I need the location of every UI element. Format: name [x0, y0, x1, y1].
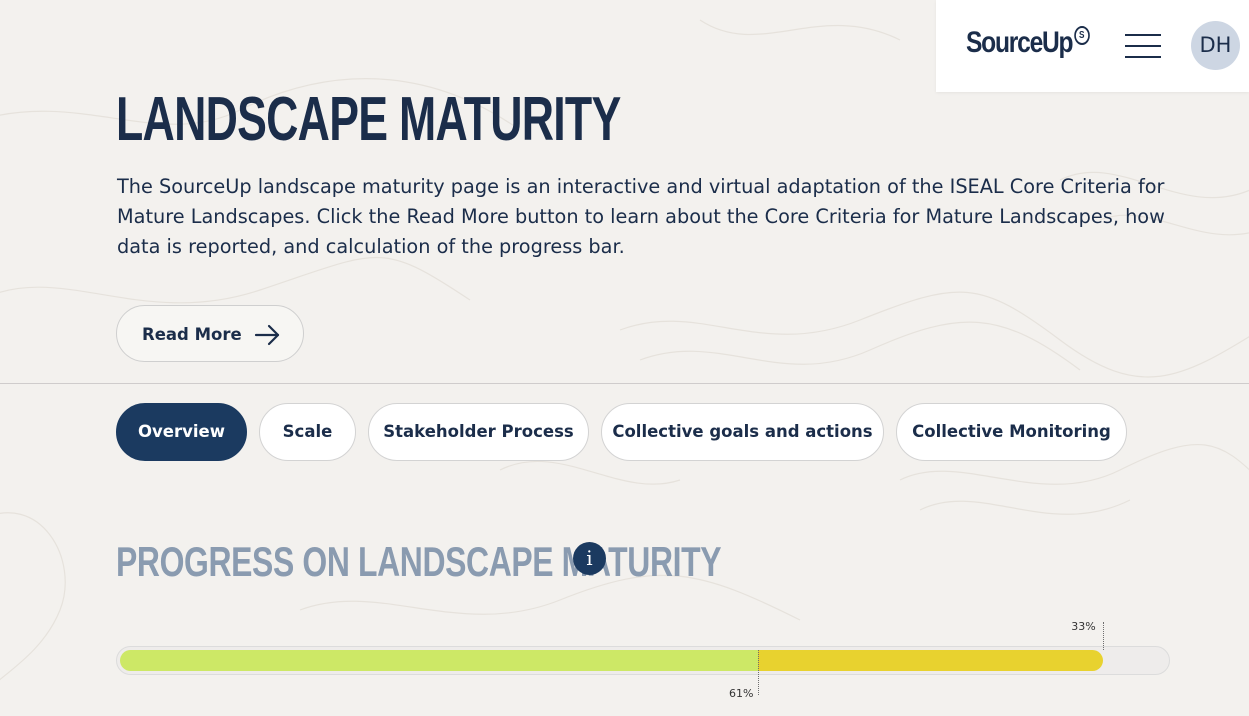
tab-collective-monitoring[interactable]: Collective Monitoring — [896, 403, 1127, 461]
tab-collective-goals-and-actions[interactable]: Collective goals and actions — [601, 403, 884, 461]
read-more-button[interactable]: Read More — [116, 305, 304, 362]
header-bar: SourceUp S DH — [936, 0, 1249, 92]
progress-section-title: PROGRESS ON LANDSCAPE MATURITY — [116, 538, 722, 585]
progress-segment-secondary — [758, 650, 1104, 671]
arrow-right-icon — [254, 324, 280, 346]
tab-scale[interactable]: Scale — [259, 403, 356, 461]
marker-line-primary — [758, 650, 760, 695]
marker-label-secondary: 33% — [1071, 620, 1096, 633]
sourceup-logo[interactable]: SourceUp S — [966, 26, 1090, 60]
logo-mark-icon: S — [1073, 26, 1090, 45]
section-divider — [0, 383, 1249, 384]
read-more-label: Read More — [142, 325, 242, 344]
tab-overview[interactable]: Overview — [116, 403, 247, 461]
marker-line-secondary — [1103, 622, 1105, 650]
page-title: LANDSCAPE MATURITY — [116, 85, 621, 154]
hamburger-icon[interactable] — [1125, 34, 1161, 58]
intro-text: The SourceUp landscape maturity page is … — [117, 175, 1165, 258]
logo-text: SourceUp — [966, 26, 1074, 59]
user-avatar[interactable]: DH — [1191, 21, 1240, 70]
tab-stakeholder-process[interactable]: Stakeholder Process — [368, 403, 589, 461]
marker-label-primary: 61% — [729, 687, 754, 700]
progress-segment-primary — [120, 650, 759, 671]
info-icon[interactable]: i — [573, 542, 606, 575]
